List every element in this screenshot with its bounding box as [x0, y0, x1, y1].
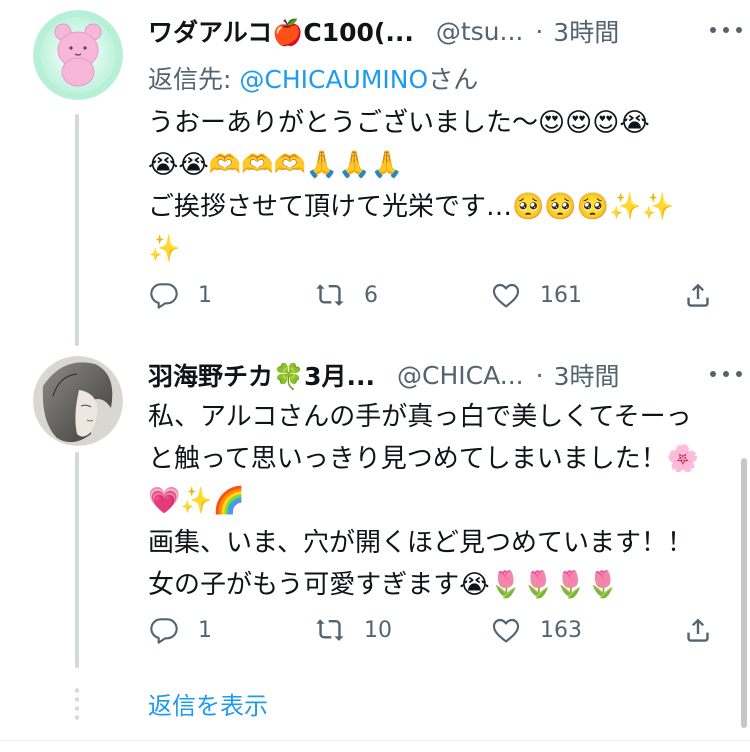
timestamp[interactable]: 3時間: [554, 357, 620, 393]
reply-button[interactable]: 1: [148, 610, 212, 650]
scrollbar[interactable]: [741, 458, 747, 728]
tweet-line: ✨: [148, 234, 181, 264]
divider: [0, 740, 750, 741]
retweet-icon: [316, 284, 344, 306]
reply-button[interactable]: 1: [148, 275, 212, 315]
share-button[interactable]: [682, 275, 714, 315]
reply-to: 返信先: @CHICAUMINOさん: [148, 60, 478, 96]
tweet-header: ワダアルコ🍎C100(... @tsu... · 3時間: [148, 11, 730, 51]
like-count: 161: [540, 282, 582, 308]
avatar[interactable]: [33, 356, 123, 446]
tweet-line: 女の子がもう可愛すぎます😭🌷🌷🌷🌷: [148, 570, 620, 600]
show-replies-link[interactable]: 返信を表示: [148, 686, 268, 721]
reply-count: 1: [198, 617, 212, 643]
user-handle[interactable]: @tsu...: [436, 17, 524, 46]
tweet[interactable]: 羽海野チカ🍀3月... @CHICA... · 3時間 私、アルコさんの手が真っ…: [0, 350, 750, 680]
tweet-line: 😭😭🫶🫶🫶🙏🙏🙏: [148, 150, 403, 180]
share-button[interactable]: [682, 610, 714, 650]
reply-to-handle[interactable]: @CHICAUMINO: [239, 65, 428, 94]
retweet-button[interactable]: 10: [314, 610, 392, 650]
separator: ·: [535, 360, 544, 390]
share-icon: [687, 618, 709, 642]
tweet-actions: 1 6 161: [148, 275, 720, 315]
tweet-line: ご挨拶させて頂けて光栄です…🥺🥺🥺✨✨: [148, 192, 674, 222]
like-count: 163: [540, 617, 582, 643]
tweet-text: うおーありがとうございました〜😍😍😍😭 😭😭🫶🫶🫶🙏🙏🙏 ご挨拶させて頂けて光栄…: [148, 102, 718, 270]
separator: ·: [535, 16, 544, 46]
heart-icon: [492, 283, 520, 308]
like-button[interactable]: 161: [490, 275, 582, 315]
more-icon[interactable]: [706, 362, 746, 386]
share-icon: [687, 283, 709, 307]
avatar-bear-image: [33, 10, 123, 100]
tweet-text: 私、アルコさんの手が真っ白で美しくてそーっ と触って思いっきり見つめてしまいまし…: [148, 396, 718, 606]
tweet-line: 私、アルコさんの手が真っ白で美しくてそーっ: [148, 402, 692, 432]
tweet-line: 💗✨🌈: [148, 486, 246, 516]
tweet-line: と触って思いっきり見つめてしまいました！🌸: [148, 444, 700, 474]
tweet-thread: ワダアルコ🍎C100(... @tsu... · 3時間 返信先: @CHICA…: [0, 0, 750, 752]
tweet-actions: 1 10 163: [148, 610, 720, 650]
retweet-button[interactable]: 6: [314, 275, 378, 315]
avatar[interactable]: [33, 10, 123, 100]
tweet[interactable]: ワダアルコ🍎C100(... @tsu... · 3時間 返信先: @CHICA…: [0, 0, 750, 350]
display-name[interactable]: ワダアルコ🍎C100(...: [148, 13, 414, 49]
retweet-icon: [316, 619, 344, 641]
more-icon[interactable]: [706, 18, 746, 42]
reply-to-label: 返信先:: [148, 65, 240, 94]
reply-count: 1: [198, 282, 212, 308]
avatar-portrait-image: [33, 356, 123, 446]
timestamp[interactable]: 3時間: [553, 13, 619, 49]
reply-icon: [150, 283, 178, 309]
display-name[interactable]: 羽海野チカ🍀3月...: [148, 357, 375, 393]
tweet-header: 羽海野チカ🍀3月... @CHICA... · 3時間: [148, 355, 730, 395]
retweet-count: 10: [364, 617, 392, 643]
reply-icon: [150, 618, 178, 644]
reply-to-suffix: さん: [428, 65, 479, 94]
tweet-line: 画集、いま、穴が開くほど見つめています！！: [148, 528, 693, 558]
tweet-line: うおーありがとうございました〜😍😍😍😭: [148, 108, 650, 138]
thread-dots: [75, 686, 79, 722]
user-handle[interactable]: @CHICA...: [397, 361, 524, 390]
heart-icon: [492, 618, 520, 643]
like-button[interactable]: 163: [490, 610, 582, 650]
retweet-count: 6: [364, 282, 378, 308]
